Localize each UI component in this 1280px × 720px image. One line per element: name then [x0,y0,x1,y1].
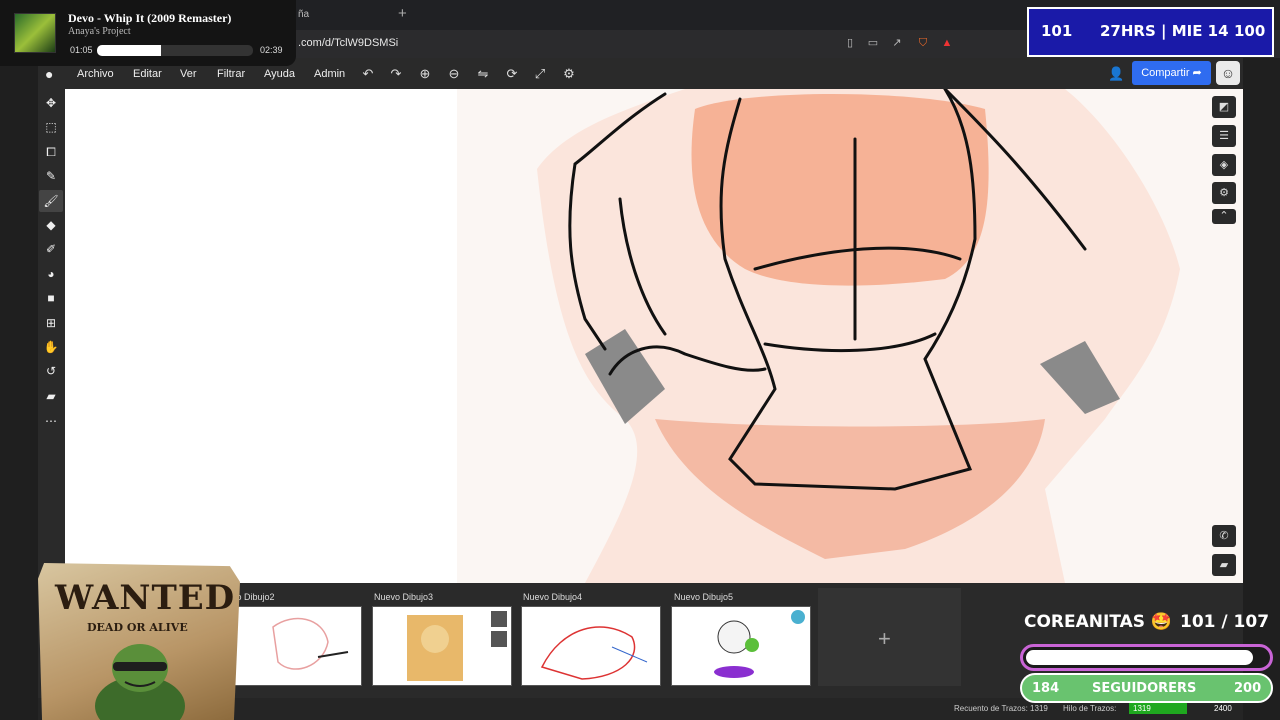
history-icon[interactable]: ↺ [43,363,59,379]
fill-icon[interactable]: ◕ [43,266,59,282]
track-title: Devo - Whip It (2009 Remaster) [68,11,232,25]
track-progress [97,45,253,56]
chat-icon[interactable]: ▰ [1212,554,1236,576]
menu-archivo[interactable]: Archivo [77,68,114,80]
zoom-out-icon[interactable]: ⊖ [446,66,462,82]
brave-rewards-icon[interactable]: ▲ [940,36,954,50]
menu-ver[interactable]: Ver [180,68,197,80]
layers-icon[interactable]: ◈ [1212,154,1236,176]
stroke-line-label: Hilo de Trazos: [1063,704,1117,713]
wanted-character-illustration [95,644,185,720]
followers-goal: 200 [1234,681,1262,696]
add-drawing-icon[interactable]: + [878,626,891,652]
share-page-icon[interactable]: ↗ [890,36,904,50]
move-icon[interactable]: ✥ [43,95,59,111]
drawing-thumbnail[interactable] [671,606,811,686]
brush-settings-icon[interactable]: ☰ [1212,125,1236,147]
goal-count: 101 / 107 [1180,612,1270,632]
zoom-in-icon[interactable]: ⊕ [417,66,433,82]
followers-label: SEGUIDORERS [1092,681,1197,696]
select-rect-icon[interactable]: ⬚ [43,119,59,135]
stats-center-text: 27HRS | MIE 14 [1100,22,1229,40]
track-elapsed: 01:05 [70,45,93,55]
bookmark-icon[interactable]: ▯ [843,36,857,50]
menu-ayuda[interactable]: Ayuda [264,68,295,80]
drawing-label: Nuevo Dibujo4 [523,592,583,602]
color-swatch-icon[interactable]: ◩ [1212,96,1236,118]
menu-filtrar[interactable]: Filtrar [217,68,245,80]
brush-icon[interactable]: 🖌 [43,193,59,209]
menu-editar[interactable]: Editar [133,68,162,80]
drawing-label: Nuevo Dibujo5 [674,592,734,602]
wanted-title: WANTED [55,578,236,618]
stroke-count: Recuento de Trazos: 1319 [954,704,1048,713]
settings-icon[interactable]: ⚙ [561,66,577,82]
url-text[interactable]: .com/d/TclW9DSMSi [298,37,398,49]
drawing-thumbnail[interactable] [372,606,512,686]
brave-shield-icon[interactable]: ⛉ [916,36,930,50]
cast-icon[interactable]: ▭ [866,36,880,50]
share-button[interactable]: Compartir ➦ [1132,61,1211,85]
drawing-thumbnail[interactable] [232,606,362,686]
goal-label: COREANITAS 🤩 [1024,612,1173,632]
avatar[interactable]: ☺ [1216,61,1240,85]
flip-icon[interactable]: ⇋ [475,66,491,82]
rotate-icon[interactable]: ⟳ [504,66,520,82]
collapse-icon[interactable]: ⌃ [1212,209,1236,224]
drawing-label: Nuevo Dibujo3 [374,592,434,602]
track-duration: 02:39 [260,45,283,55]
eraser-icon[interactable]: ◆ [43,217,59,233]
shape-icon[interactable]: ■ [43,290,59,306]
followers-start: 184 [1032,681,1060,696]
stats-right-value: 100 [1234,22,1266,40]
drawing-thumbnail[interactable] [521,606,661,686]
top-garment [691,94,989,286]
stroke-meter-value: 1319 [1133,704,1151,713]
followers-bar: 184 SEGUIDORERS 200 [1020,673,1273,703]
settings-panel-icon[interactable]: ⚙ [1212,182,1236,204]
stats-left-value: 101 [1041,22,1073,40]
fullscreen-icon[interactable]: ⤢ [532,66,548,82]
hand-icon[interactable]: ✋ [43,339,59,355]
more-icon[interactable]: ⋯ [43,413,59,429]
transform-icon[interactable]: ⧠ [43,144,59,160]
menu-admin[interactable]: Admin [314,68,345,80]
new-tab-button[interactable]: + [398,5,407,22]
eyedropper-icon[interactable]: ✎ [43,168,59,184]
stroke-max: 2400 [1214,704,1232,713]
canvas-artwork [457,89,1243,583]
redo-icon[interactable]: ↷ [388,66,404,82]
track-progress-fill [97,45,161,56]
smudge-icon[interactable]: ✐ [43,241,59,257]
stream-stats-panel: 101 27HRS | MIE 14 100 [1027,7,1274,57]
album-art [14,13,56,53]
comment-icon[interactable]: ▰ [43,388,59,404]
browser-tab[interactable]: ña [298,9,309,20]
track-artist: Anaya's Project [68,26,131,37]
add-icon[interactable]: ⊞ [43,315,59,331]
call-icon[interactable]: ✆ [1212,525,1236,547]
undo-icon[interactable]: ↶ [360,66,376,82]
share-label: Compartir [1141,67,1190,79]
wanted-subtitle: DEAD OR ALIVE [87,621,188,634]
drawing-canvas[interactable] [65,89,1243,583]
add-user-icon[interactable]: 👤 [1108,66,1124,82]
app-logo-icon[interactable]: ● [45,66,53,82]
goal-progress-fill [1026,650,1253,665]
